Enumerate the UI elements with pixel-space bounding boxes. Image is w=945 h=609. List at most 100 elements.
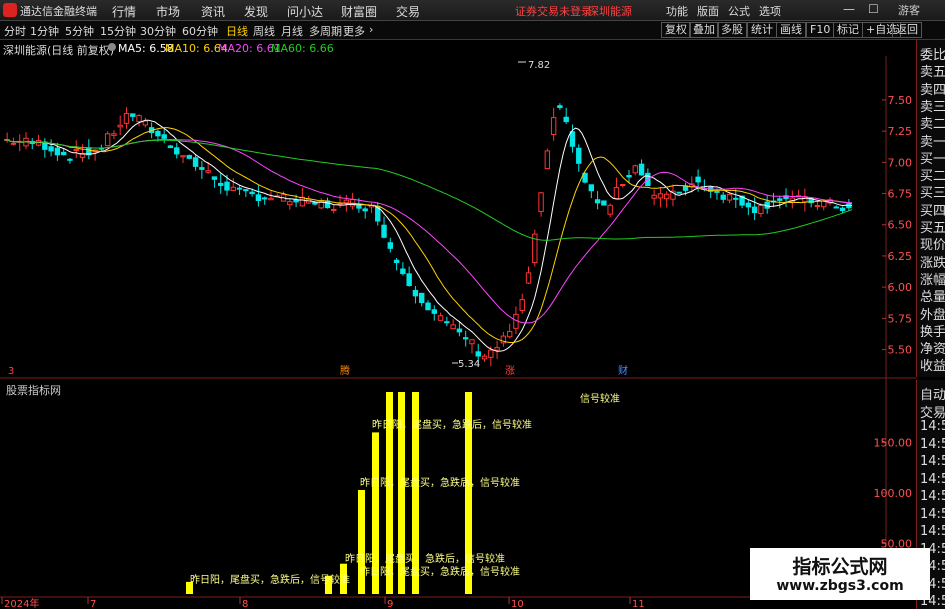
candle-body (733, 197, 739, 200)
price-tick-label: 5.75 (888, 312, 913, 325)
candle-body (550, 117, 557, 135)
date-axis: 2024年 7 8 9 10 11 (1, 597, 645, 609)
quote-label: 换手 (920, 324, 945, 340)
trade-label[interactable]: 自动 (920, 384, 945, 403)
marker-zhang: 涨 (505, 365, 515, 377)
signal-bar (358, 489, 365, 594)
indicator-title: 股票指标网 (6, 384, 61, 397)
quote-label: 外盘 (920, 307, 945, 323)
indicator-tick-label: 100.00 (874, 487, 913, 500)
date-tick-label: 10 (511, 599, 524, 609)
trade-label: 14:5 (920, 436, 945, 452)
candle-body (632, 165, 638, 174)
candle-body (726, 193, 733, 201)
candle-body (695, 176, 701, 183)
trade-label: 14:5 (920, 489, 945, 504)
candle-body (180, 155, 186, 158)
candle-body (569, 131, 576, 147)
candle-body (475, 351, 481, 357)
trade-label: 交易 (920, 405, 945, 421)
candle-body (469, 339, 475, 345)
chart-canvas[interactable]: 7.50 7.25 7.00 6.75 6.50 6.25 6.00 5.75 5.50 150… (0, 0, 916, 609)
date-tick-label: 9 (387, 599, 393, 609)
low-annotation: 5.34 (458, 359, 480, 370)
marker-cai: 财 (618, 364, 628, 377)
signal-label-top: 信号较准 (580, 392, 620, 405)
candle-body (839, 207, 846, 212)
quote-label: 现价 (920, 238, 945, 254)
candle-body (130, 113, 136, 117)
price-tick-label: 7.25 (888, 125, 913, 138)
candle-body (563, 116, 569, 123)
candle-body (381, 224, 387, 238)
candle-body (663, 193, 670, 200)
candle-body (48, 146, 54, 152)
candle-body (261, 197, 268, 200)
candle-body (192, 157, 199, 167)
date-tick-label: 7 (90, 599, 96, 609)
candle-body (287, 201, 293, 206)
candle-body (117, 124, 123, 128)
candle-body (312, 202, 318, 205)
candle-body (10, 142, 17, 145)
candle-body (224, 181, 230, 191)
candle-body (243, 189, 249, 192)
quote-label: 卖三 (920, 99, 945, 115)
candle-body (104, 133, 111, 147)
candle-body (613, 187, 620, 200)
ma-lines (3, 61, 853, 364)
candle-body (506, 331, 513, 338)
candle-body (186, 155, 193, 159)
candle-body (356, 205, 362, 209)
candle-body (758, 204, 764, 214)
candle-body (657, 193, 664, 199)
candle-body (481, 355, 488, 360)
signal-label: 昨日阳，尾盘买，急跌后，信号较准 (360, 476, 520, 489)
candle-body (494, 347, 500, 351)
candle-body (155, 130, 161, 137)
candle-body (67, 158, 73, 161)
candle-body (720, 194, 726, 200)
candle-body (412, 289, 419, 297)
candle-body (343, 199, 350, 204)
candle-body (620, 183, 626, 186)
candle-body (751, 206, 758, 214)
marker-3: 3 (8, 366, 14, 377)
candle-body (73, 149, 79, 152)
candle-body (833, 206, 839, 209)
quote-label: 卖二 (920, 117, 945, 133)
candle-body (299, 196, 306, 207)
trade-label: 14:5 (920, 454, 945, 469)
candle-body (249, 191, 255, 195)
price-tick-label: 6.50 (888, 219, 913, 232)
quote-label: 收益 (920, 359, 945, 375)
candle-body (450, 324, 456, 330)
candle-body (174, 147, 180, 155)
quote-label: 委比 (920, 48, 945, 63)
quote-label: 涨跌 (920, 255, 945, 271)
candle-body (123, 112, 130, 124)
trade-label: 14:5 (920, 524, 945, 539)
candle-body (211, 176, 218, 180)
quote-panel: 委比 卖五 卖四 卖三 卖二 卖一 买一 买二 买三 买四 买五 现价 涨跌 涨幅 总量 外盘 换手 净资 收益 (916, 40, 945, 377)
quote-label: 净资 (920, 342, 945, 358)
candle-body (601, 200, 607, 206)
candle-body (626, 175, 632, 178)
trade-label: 14:5 (920, 419, 945, 434)
candle-body (255, 194, 262, 202)
candle-body (777, 198, 783, 201)
candle-body (419, 292, 425, 303)
candle-body (230, 186, 236, 191)
quote-label: 卖五 (920, 65, 945, 81)
ma20-line (3, 138, 853, 324)
candle-body (199, 167, 205, 170)
marker-teng: 腾 (340, 364, 350, 377)
candle-body (544, 150, 551, 170)
candle-body (519, 299, 525, 311)
watermark-url: www.zbgs3.com (776, 578, 904, 594)
candle-body (60, 151, 67, 156)
high-annotation: 7.82 (528, 60, 550, 71)
candle-body (488, 349, 494, 358)
candle-body (136, 115, 142, 123)
candle-body (268, 197, 274, 201)
